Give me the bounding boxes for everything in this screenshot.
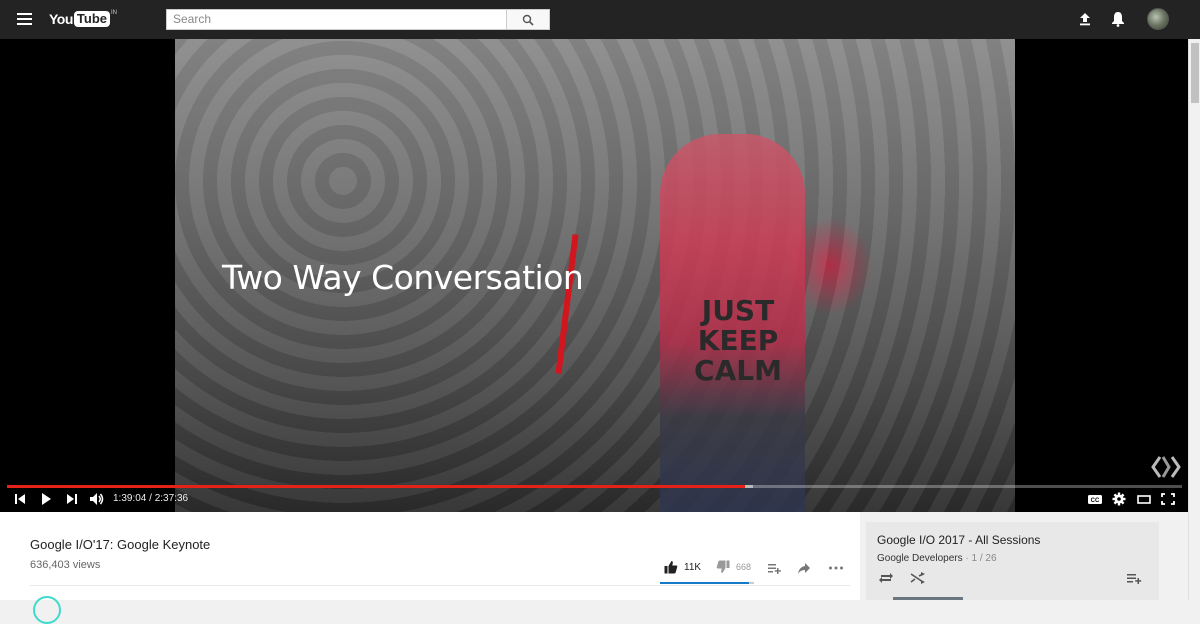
playlist-title[interactable]: Google I/O 2017 - All Sessions xyxy=(877,533,1040,547)
search-input[interactable]: Search xyxy=(166,9,507,30)
playlist-position: 1 / 26 xyxy=(971,553,997,564)
upload-icon[interactable] xyxy=(1077,11,1093,27)
video-overlay-text: Two Way Conversation xyxy=(222,258,584,297)
playlist-meta: Google Developers · 1 / 26 xyxy=(877,553,997,564)
captions-icon[interactable]: CC xyxy=(1087,491,1103,507)
progress-played xyxy=(7,485,745,488)
search-button[interactable] xyxy=(507,9,550,30)
play-icon[interactable] xyxy=(40,491,52,507)
google-developers-watermark-icon xyxy=(1151,456,1181,478)
menu-icon[interactable] xyxy=(17,13,32,25)
skip-next-icon[interactable] xyxy=(66,491,78,507)
playlist-add-icon[interactable] xyxy=(1126,571,1142,585)
playlist-panel: Google I/O 2017 - All Sessions Google De… xyxy=(866,522,1159,600)
more-icon[interactable] xyxy=(828,561,844,575)
dislike-button[interactable]: 668 xyxy=(716,560,751,574)
add-to-icon[interactable] xyxy=(767,561,781,575)
channel-avatar[interactable] xyxy=(33,596,61,624)
shuffle-icon[interactable] xyxy=(910,571,926,585)
sentiment-bar xyxy=(660,582,754,584)
playlist-channel[interactable]: Google Developers xyxy=(877,553,963,564)
masthead: You Tube IN Search xyxy=(0,0,1200,39)
youtube-logo[interactable]: You Tube IN xyxy=(49,10,117,28)
time-total: 2:37:36 xyxy=(154,493,189,504)
video-title: Google I/O'17: Google Keynote xyxy=(30,537,211,552)
shirt-text: JUST KEEP CALM xyxy=(694,294,782,387)
theater-icon[interactable] xyxy=(1137,491,1151,507)
time-display: 1:39:04 / 2:37:36 xyxy=(113,493,188,504)
like-count: 11K xyxy=(684,561,702,573)
page-scrollbar[interactable] xyxy=(1188,39,1200,600)
logo-region: IN xyxy=(111,10,117,16)
view-count: 636,403 views xyxy=(30,559,101,571)
search-icon xyxy=(522,14,534,26)
bell-icon[interactable] xyxy=(1111,11,1125,27)
scrollbar-thumb[interactable] xyxy=(1191,43,1199,103)
settings-icon[interactable] xyxy=(1112,491,1126,507)
player-controls: 1:39:04 / 2:37:36 CC xyxy=(0,489,1188,509)
account-avatar[interactable] xyxy=(1147,8,1169,30)
logo-text-you: You xyxy=(49,11,73,27)
thumbs-up-icon xyxy=(664,561,678,574)
sentiment-like-fill xyxy=(660,582,749,584)
dislike-count: 668 xyxy=(736,562,752,572)
like-button[interactable]: 11K xyxy=(664,560,701,574)
time-current: 1:39:04 xyxy=(113,493,147,504)
logo-text-tube: Tube xyxy=(73,11,110,27)
fullscreen-icon[interactable] xyxy=(1161,491,1175,507)
progress-bar[interactable] xyxy=(7,485,1182,488)
volume-icon[interactable] xyxy=(89,491,105,507)
svg-text:CC: CC xyxy=(1091,498,1100,504)
video-info: Google I/O'17: Google Keynote 636,403 vi… xyxy=(0,512,860,624)
loop-icon[interactable] xyxy=(878,571,894,585)
share-icon[interactable] xyxy=(797,561,811,575)
time-separator: / xyxy=(146,493,155,504)
playlist-separator: · xyxy=(962,553,972,564)
info-divider xyxy=(30,585,850,586)
thumbs-down-icon xyxy=(716,560,730,573)
skip-back-icon[interactable] xyxy=(14,491,26,507)
video-player[interactable]: JUST KEEP CALM Two Way Conversation 1:39… xyxy=(0,39,1188,512)
